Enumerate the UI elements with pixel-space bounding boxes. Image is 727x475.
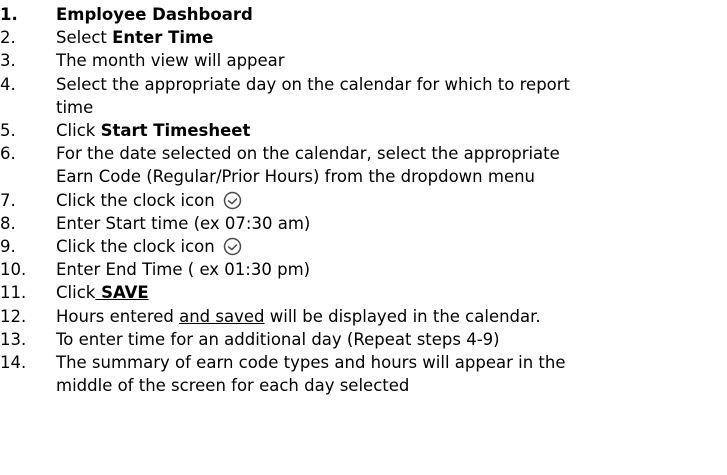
step-number: 14. <box>0 353 27 373</box>
step-number: 3. <box>0 51 16 71</box>
step-text: The month view will appear <box>56 51 285 71</box>
list-item: 6. For the date selected on the calendar… <box>0 142 727 188</box>
step-emphasis: and saved <box>179 306 265 326</box>
step-number: 6. <box>0 144 16 164</box>
list-item: 12. Hours entered and saved will be disp… <box>0 305 727 328</box>
step-number: 4. <box>0 74 16 94</box>
list-item: 5. Click Start Timesheet <box>0 119 727 142</box>
instruction-list: 1. Employee Dashboard 2. Select Enter Ti… <box>0 0 727 475</box>
step-number: 12. <box>0 306 27 326</box>
step-number: 5. <box>0 121 16 141</box>
step-number: 11. <box>0 283 27 303</box>
list-item: 8. Enter Start time (ex 07:30 am) <box>0 212 727 235</box>
list-item: 1. Employee Dashboard <box>0 3 727 26</box>
step-number: 13. <box>0 329 27 349</box>
step-number: 7. <box>0 190 16 210</box>
step-text-continued: Earn Code (Regular/Prior Hours) from the… <box>56 167 536 187</box>
step-text-continued: time <box>56 97 94 117</box>
list-item: 2. Select Enter Time <box>0 26 727 49</box>
step-text: For the date selected on the calendar, s… <box>56 144 560 164</box>
step-text: Click the clock icon <box>56 237 215 257</box>
step-number: 8. <box>0 213 16 233</box>
list-item: 4. Select the appropriate day on the cal… <box>0 73 727 119</box>
step-keyword: Enter Time <box>112 28 214 48</box>
step-number: 10. <box>0 260 27 280</box>
step-text: Employee Dashboard <box>56 5 253 24</box>
step-keyword: Start Timesheet <box>100 121 251 141</box>
step-text-end: will be displayed in the calendar. <box>264 306 541 326</box>
step-number: 9. <box>0 237 16 257</box>
step-text: Enter End Time ( ex 01:30 pm) <box>56 260 311 280</box>
step-text: Select the appropriate day on the calend… <box>56 74 571 94</box>
step-text-continued: middle of the screen for each day select… <box>56 376 410 396</box>
step-text: Enter Start time (ex 07:30 am) <box>56 213 311 233</box>
save-keyword: SAVE <box>95 283 149 303</box>
step-text: Click the clock icon <box>56 190 215 210</box>
step-text: To enter time for an additional day (Rep… <box>56 329 500 349</box>
list-item: 7. Click the clock icon <box>0 189 727 212</box>
list-item: 9. Click the clock icon <box>0 235 727 258</box>
list-item: 14. The summary of earn code types and h… <box>0 351 727 397</box>
clock-icon <box>223 191 242 209</box>
list-item: 10. Enter End Time ( ex 01:30 pm) <box>0 258 727 281</box>
step-text: The summary of earn code types and hours… <box>56 353 566 373</box>
step-text: Hours entered <box>56 306 180 326</box>
list-item: 3. The month view will appear <box>0 49 727 72</box>
step-number: 2. <box>0 28 16 48</box>
step-number: 1. <box>0 5 18 24</box>
list-item: 11. Click SAVE <box>0 281 727 304</box>
step-text: Click <box>56 283 96 303</box>
clock-icon <box>223 237 242 256</box>
step-text: Select <box>56 28 113 48</box>
step-text: Click <box>56 121 101 141</box>
list-item: 13. To enter time for an additional day … <box>0 328 727 351</box>
